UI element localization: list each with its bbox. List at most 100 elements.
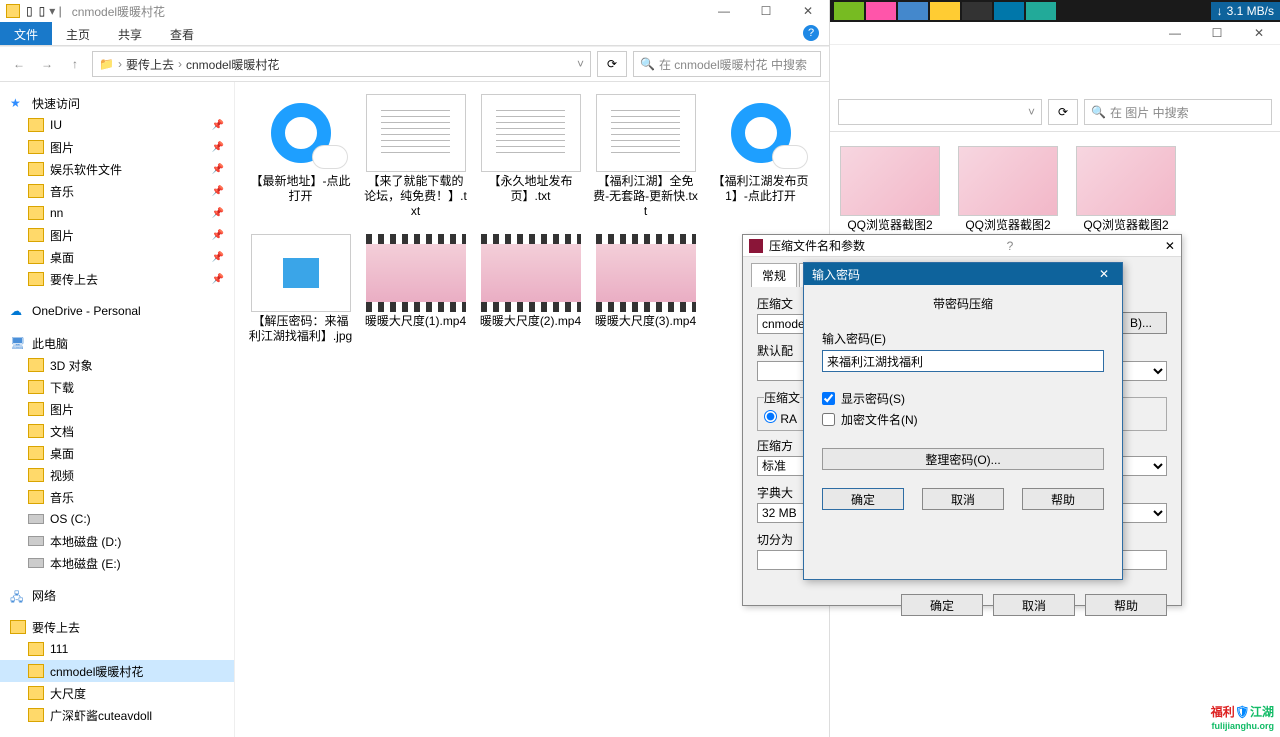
refresh-button[interactable]: ⟳ (597, 51, 627, 77)
breadcrumb-segment[interactable]: 要传上去 (126, 56, 174, 73)
onedrive-item[interactable]: ☁OneDrive - Personal (0, 300, 234, 322)
search-input[interactable]: 🔍 在 图片 中搜索 (1084, 99, 1272, 125)
ok-button[interactable]: 确定 (901, 594, 983, 616)
this-pc-item[interactable]: 🖥此电脑 (0, 332, 234, 354)
file-item[interactable]: 暖暖大尺度(1).mp4 (358, 230, 473, 370)
sidebar-item[interactable]: 音乐📌 (0, 180, 234, 202)
qat-icon[interactable]: ▯ (39, 4, 46, 18)
minimize-button[interactable]: — (703, 0, 745, 22)
sidebar-item[interactable]: 要传上去📌 (0, 268, 234, 290)
sidebar-item[interactable]: 音乐 (0, 486, 234, 508)
cancel-button[interactable]: 取消 (993, 594, 1075, 616)
folder-icon (28, 424, 44, 438)
up-button[interactable]: ↑ (64, 53, 86, 75)
sidebar-item[interactable]: 图片 (0, 398, 234, 420)
pin-icon: 📌 (212, 186, 224, 197)
drive-icon (28, 558, 44, 568)
tab-file[interactable]: 文件 (0, 22, 52, 45)
file-item[interactable]: 【福利江湖发布页1】-点此打开 (703, 90, 818, 230)
back-button[interactable]: ← (8, 53, 30, 75)
minimize-button[interactable]: — (1154, 22, 1196, 44)
sidebar-item[interactable]: 3D 对象 (0, 354, 234, 376)
tab-share[interactable]: 共享 (104, 22, 156, 45)
maximize-button[interactable]: ☐ (745, 0, 787, 22)
folder-icon (28, 206, 44, 220)
folder-icon (28, 118, 44, 132)
file-item[interactable]: 【来了就能下载的论坛，纯免费！】.txt (358, 90, 473, 230)
sidebar-item[interactable]: 桌面 (0, 442, 234, 464)
sidebar-item[interactable]: 图片📌 (0, 136, 234, 158)
address-bar[interactable]: ˅ (838, 99, 1042, 125)
search-icon: 🔍 (1091, 105, 1106, 119)
network-icon: 🖧 (10, 588, 26, 602)
app-icon (749, 239, 763, 253)
tab-general[interactable]: 常规 (751, 263, 797, 287)
sidebar-item[interactable]: 本地磁盘 (E:) (0, 552, 234, 574)
search-input[interactable]: 🔍 在 cnmodel暖暖村花 中搜索 (633, 51, 821, 77)
chevron-down-icon[interactable]: ˅ (577, 57, 584, 71)
close-button[interactable]: ✕ (787, 0, 829, 22)
folder-icon (28, 468, 44, 482)
breadcrumb-segment[interactable]: cnmodel暖暖村花 (186, 56, 279, 73)
sidebar-item[interactable]: 大尺度 (0, 682, 234, 704)
dialog-title: 压缩文件名和参数 (769, 237, 865, 254)
encrypt-names-checkbox[interactable]: 加密文件名(N) (822, 411, 1104, 428)
help-icon[interactable]: ? (803, 25, 819, 41)
titlebar: ▯ ▯ ▾ | cnmodel暖暖村花 — ☐ ✕ (0, 0, 829, 22)
network-item[interactable]: 🖧网络 (0, 584, 234, 606)
pin-icon: 📌 (212, 164, 224, 175)
sidebar-item[interactable]: 桌面📌 (0, 246, 234, 268)
sidebar-item[interactable]: 文档 (0, 420, 234, 442)
sidebar-item[interactable]: 视频 (0, 464, 234, 486)
folder-icon (28, 358, 44, 372)
ok-button[interactable]: 确定 (822, 488, 904, 510)
separator: ▾ | (49, 4, 61, 18)
file-item[interactable]: 暖暖大尺度(3).mp4 (588, 230, 703, 370)
folder-icon (28, 686, 44, 700)
file-name: 【福利江湖】全免费-无套路-更新快.txt (592, 174, 699, 219)
sidebar-item[interactable]: IU📌 (0, 114, 234, 136)
folder-icon (6, 4, 20, 18)
sidebar-item[interactable]: 111 (0, 638, 234, 660)
folder-tree-root[interactable]: 要传上去 (0, 616, 234, 638)
sidebar-item[interactable]: 娱乐软件文件📌 (0, 158, 234, 180)
file-item[interactable]: 暖暖大尺度(2).mp4 (473, 230, 588, 370)
star-icon: ★ (10, 96, 26, 110)
tab-view[interactable]: 查看 (156, 22, 208, 45)
sidebar-item[interactable]: 图片📌 (0, 224, 234, 246)
file-item[interactable]: 【永久地址发布页】.txt (473, 90, 588, 230)
quick-access-header[interactable]: ★快速访问 (0, 92, 234, 114)
refresh-button[interactable]: ⟳ (1048, 99, 1078, 125)
help-icon[interactable]: ? (1007, 239, 1014, 253)
sidebar-item[interactable]: OS (C:) (0, 508, 234, 530)
folder-icon (28, 162, 44, 176)
sidebar-item[interactable]: 下载 (0, 376, 234, 398)
format-rar-radio[interactable]: RA (764, 412, 797, 426)
help-button[interactable]: 帮助 (1085, 594, 1167, 616)
file-name: 暖暖大尺度(3).mp4 (595, 314, 696, 329)
address-bar[interactable]: 📁 › 要传上去 › cnmodel暖暖村花 ˅ (92, 51, 591, 77)
sidebar-item[interactable]: 广深虾酱cuteavdoll (0, 704, 234, 726)
password-input[interactable] (822, 350, 1104, 372)
forward-button[interactable]: → (36, 53, 58, 75)
close-button[interactable]: ✕ (1238, 22, 1280, 44)
sidebar-item[interactable]: nn📌 (0, 202, 234, 224)
sidebar-item[interactable]: 本地磁盘 (D:) (0, 530, 234, 552)
close-icon[interactable]: ✕ (1094, 267, 1114, 281)
tab-home[interactable]: 主页 (52, 22, 104, 45)
show-password-checkbox[interactable]: 显示密码(S) (822, 390, 1104, 407)
cancel-button[interactable]: 取消 (922, 488, 1004, 510)
pin-icon: 📌 (212, 208, 224, 219)
organize-passwords-button[interactable]: 整理密码(O)... (822, 448, 1104, 470)
maximize-button[interactable]: ☐ (1196, 22, 1238, 44)
file-item[interactable]: 【解压密码：来福利江湖找福利】.jpg (243, 230, 358, 370)
help-button[interactable]: 帮助 (1022, 488, 1104, 510)
file-item[interactable]: 【最新地址】-点此打开 (243, 90, 358, 230)
qat-icon[interactable]: ▯ (26, 4, 33, 18)
sidebar-item[interactable]: cnmodel暖暖村花 (0, 660, 234, 682)
file-item[interactable]: 【福利江湖】全免费-无套路-更新快.txt (588, 90, 703, 230)
pin-icon: 📌 (212, 274, 224, 285)
close-icon[interactable]: ✕ (1165, 239, 1175, 253)
drive-icon (28, 514, 44, 524)
watermark: 福利🛡江湖 fulijianghu.org (1211, 703, 1274, 731)
